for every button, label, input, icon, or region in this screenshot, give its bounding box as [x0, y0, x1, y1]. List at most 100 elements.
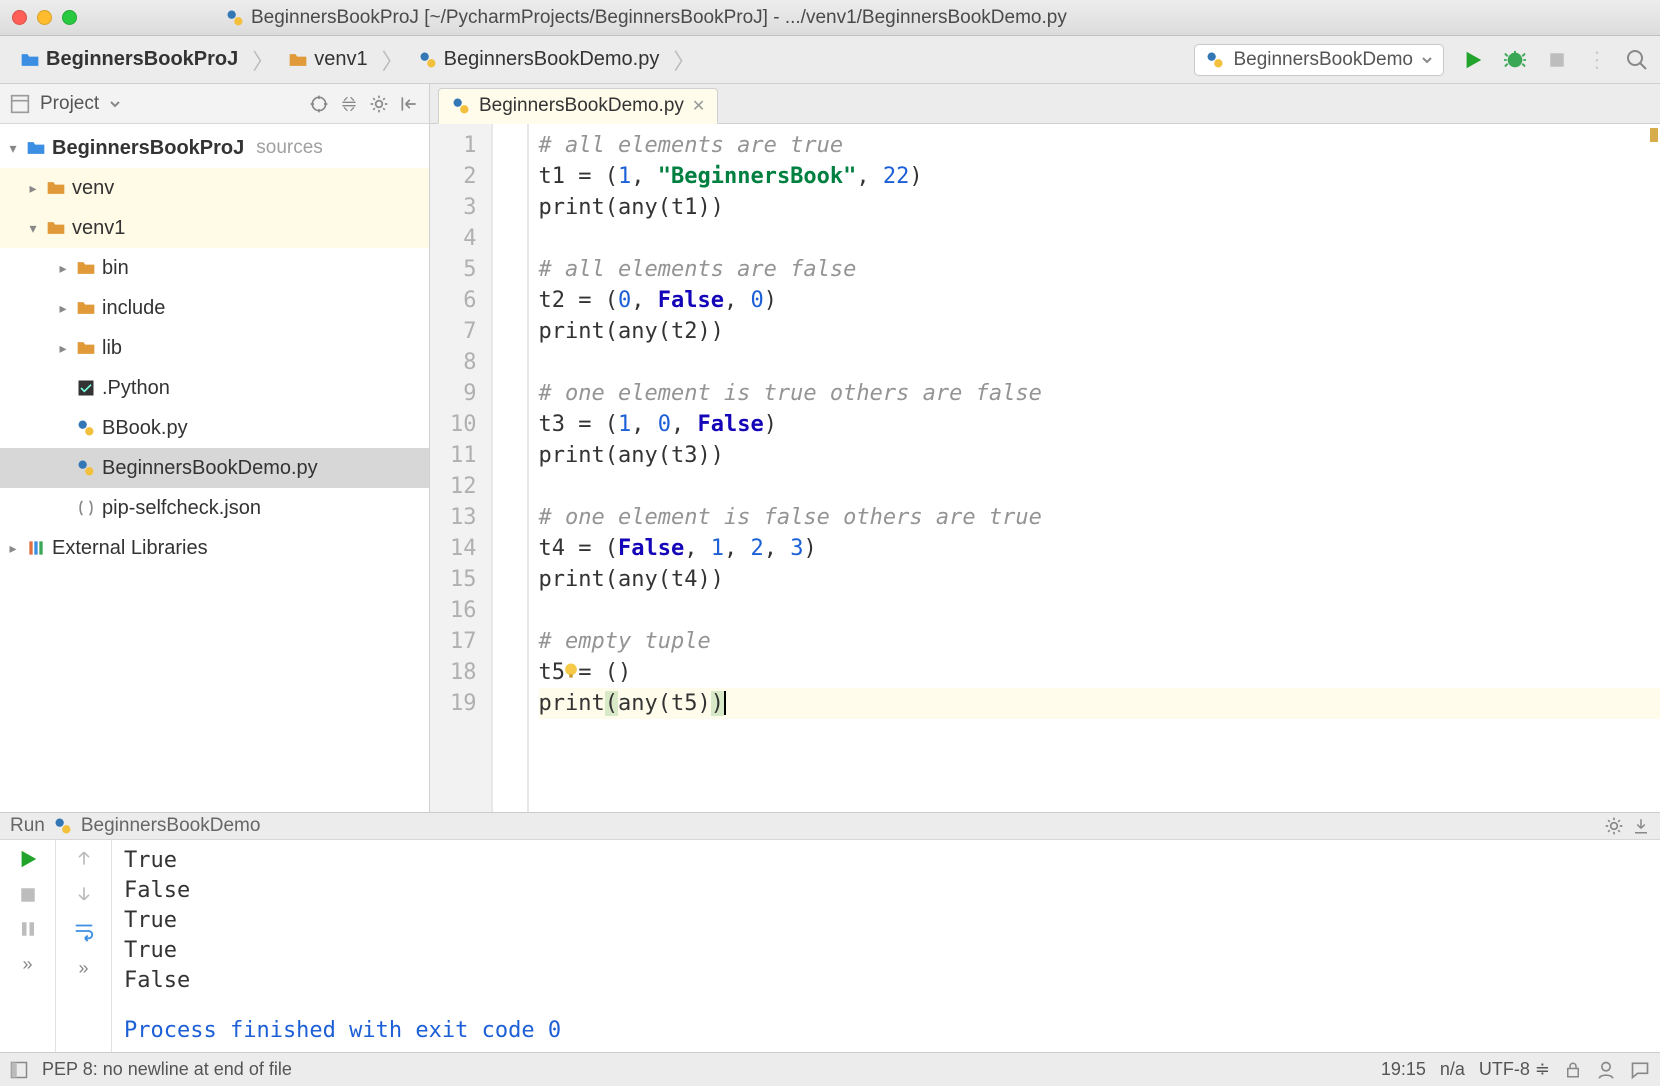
project-tree[interactable]: ▾ BeginnersBookProJ sources ▸venv▾venv1▸… [0, 124, 429, 812]
collapse-all-icon[interactable] [339, 94, 359, 114]
run-config-selector[interactable]: BeginnersBookDemo [1194, 44, 1444, 76]
tree-row[interactable]: BeginnersBookDemo.py [0, 448, 429, 488]
hide-icon[interactable] [399, 94, 419, 114]
close-window-button[interactable] [12, 10, 27, 25]
minimize-window-button[interactable] [37, 10, 52, 25]
run-tool-body: » » TrueFalseTrueTrueFalseProcess finish… [0, 840, 1660, 1052]
rerun-button[interactable] [17, 848, 39, 870]
run-button[interactable] [1460, 47, 1486, 73]
expand-toggle-icon[interactable]: ▸ [56, 261, 70, 275]
code-body[interactable]: # all elements are truet1 = (1, "Beginne… [529, 124, 1660, 812]
more-nav-button[interactable]: » [78, 958, 88, 979]
line-number: 15 [450, 564, 477, 595]
code-line[interactable]: print(any(t5)) [539, 688, 1660, 719]
tree-row[interactable]: ▸bin [0, 248, 429, 288]
toggle-soft-wrap-button[interactable] [73, 920, 95, 942]
folder-icon [20, 50, 40, 70]
expand-toggle-icon[interactable]: ▸ [6, 541, 20, 555]
breadcrumb-project[interactable]: BeginnersBookProJ [10, 44, 248, 75]
code-line[interactable] [539, 595, 1660, 626]
breadcrumb-file-label: BeginnersBookDemo.py [444, 48, 660, 71]
up-stack-button[interactable] [74, 848, 94, 868]
file-encoding[interactable]: UTF-8 ≑ [1479, 1059, 1550, 1080]
tree-row[interactable]: ▸include [0, 288, 429, 328]
more-actions-button[interactable]: » [22, 954, 32, 975]
status-message: PEP 8: no newline at end of file [42, 1059, 292, 1080]
code-line[interactable]: print(any(t4)) [539, 564, 1660, 595]
caret-position[interactable]: 19:15 [1381, 1059, 1426, 1080]
text-caret [724, 691, 726, 715]
tree-row[interactable]: ▸venv [0, 168, 429, 208]
line-number: 19 [450, 688, 477, 719]
folder-icon [26, 138, 46, 158]
code-line[interactable]: # one element is true others are false [539, 378, 1660, 409]
chevron-down-icon [1421, 54, 1433, 66]
gear-icon[interactable] [369, 94, 389, 114]
tree-row[interactable]: ▾venv1 [0, 208, 429, 248]
expand-toggle-icon[interactable]: ▸ [56, 341, 70, 355]
line-number: 7 [450, 316, 477, 347]
breadcrumb-file[interactable]: BeginnersBookDemo.py [408, 44, 670, 75]
run-tool-title: Run [10, 815, 45, 837]
intention-bulb-icon[interactable] [561, 661, 581, 681]
console-output[interactable]: TrueFalseTrueTrueFalseProcess finished w… [112, 840, 1660, 1052]
code-line[interactable]: t2 = (0, False, 0) [539, 285, 1660, 316]
expand-toggle-icon[interactable]: ▸ [56, 301, 70, 315]
project-root-row[interactable]: ▾ BeginnersBookProJ sources [0, 128, 429, 168]
code-line[interactable]: t5 = () [539, 657, 1660, 688]
code-line[interactable]: # all elements are true [539, 130, 1660, 161]
code-line[interactable]: t1 = (1, "BeginnersBook", 22) [539, 161, 1660, 192]
tree-row[interactable]: BBook.py [0, 408, 429, 448]
expand-toggle-icon[interactable]: ▾ [26, 221, 40, 235]
locate-icon[interactable] [309, 94, 329, 114]
error-stripe-marker[interactable] [1650, 128, 1658, 142]
editor-tab-label: BeginnersBookDemo.py [479, 95, 684, 117]
python-file-icon [1205, 50, 1225, 70]
line-number-gutter: 12345678910111213141516171819 [430, 124, 493, 812]
code-line[interactable]: t3 = (1, 0, False) [539, 409, 1660, 440]
editor-area: BeginnersBookDemo.py ✕ 12345678910111213… [430, 84, 1660, 812]
expand-toggle-icon[interactable]: ▾ [6, 141, 20, 155]
chevron-down-icon[interactable] [109, 98, 121, 110]
code-line[interactable]: t4 = (False, 1, 2, 3) [539, 533, 1660, 564]
breadcrumb-folder[interactable]: venv1 [278, 44, 377, 75]
arrow-up-icon [74, 848, 94, 868]
tree-row[interactable]: ▸lib [0, 328, 429, 368]
search-everywhere-button[interactable] [1624, 47, 1650, 73]
editor-tab[interactable]: BeginnersBookDemo.py ✕ [438, 88, 718, 124]
download-icon[interactable] [1632, 817, 1650, 835]
code-line[interactable]: print(any(t2)) [539, 316, 1660, 347]
line-number: 13 [450, 502, 477, 533]
external-libraries-row[interactable]: ▸ External Libraries [0, 528, 429, 568]
code-line[interactable] [539, 347, 1660, 378]
close-tab-button[interactable]: ✕ [692, 96, 705, 116]
play-icon [17, 848, 39, 870]
tree-row-label: BBook.py [102, 417, 188, 440]
code-line[interactable]: print(any(t3)) [539, 440, 1660, 471]
pause-button [19, 920, 37, 938]
folder-icon [288, 50, 308, 70]
gear-icon[interactable] [1604, 816, 1624, 836]
code-line[interactable]: # empty tuple [539, 626, 1660, 657]
code-editor[interactable]: 12345678910111213141516171819 # all elem… [430, 124, 1660, 812]
tree-row[interactable]: .Python [0, 368, 429, 408]
code-line[interactable]: # one element is false others are true [539, 502, 1660, 533]
tree-row[interactable]: pip-selfcheck.json [0, 488, 429, 528]
code-line[interactable] [539, 471, 1660, 502]
line-number: 12 [450, 471, 477, 502]
code-line[interactable] [539, 223, 1660, 254]
line-separator[interactable]: n/a [1440, 1059, 1465, 1080]
maximize-window-button[interactable] [62, 10, 77, 25]
window-controls [12, 10, 77, 25]
tree-row-label: pip-selfcheck.json [102, 497, 261, 520]
tool-windows-icon[interactable] [10, 1061, 28, 1079]
hector-icon[interactable] [1596, 1060, 1616, 1080]
down-stack-button[interactable] [74, 884, 94, 904]
code-line[interactable]: print(any(t1)) [539, 192, 1660, 223]
expand-toggle-icon[interactable]: ▸ [26, 181, 40, 195]
debug-button[interactable] [1502, 47, 1528, 73]
line-number: 8 [450, 347, 477, 378]
code-line[interactable]: # all elements are false [539, 254, 1660, 285]
feedback-icon[interactable] [1630, 1060, 1650, 1080]
lock-icon[interactable] [1564, 1061, 1582, 1079]
